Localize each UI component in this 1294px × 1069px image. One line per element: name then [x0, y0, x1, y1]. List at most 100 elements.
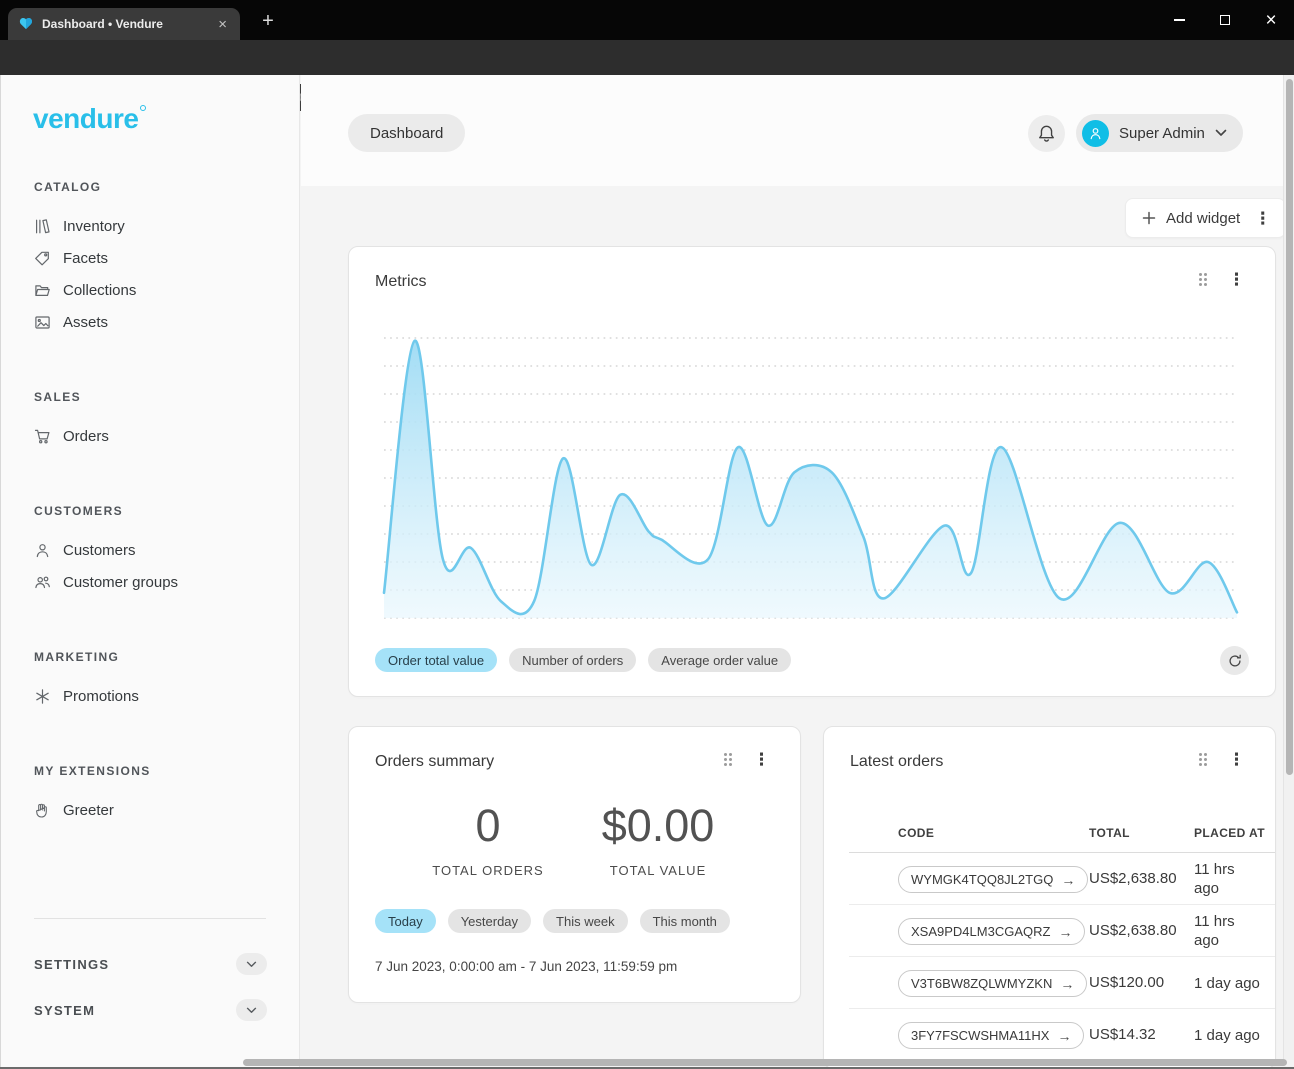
new-tab-button[interactable]: + [257, 10, 279, 32]
drag-handle-icon[interactable] [1199, 753, 1207, 767]
sidebar-footer: SETTINGS SYSTEM [1, 905, 299, 1033]
sidebar-nav: CATALOG Inventory Facets Collections Ass… [1, 180, 299, 878]
stat-label: TOTAL VALUE [573, 863, 743, 878]
sidebar-item-greeter[interactable]: Greeter [1, 794, 299, 826]
close-window-button[interactable]: × [1248, 0, 1294, 40]
sidebar-item-label: Greeter [63, 802, 114, 819]
maximize-button[interactable] [1202, 0, 1248, 40]
table-header: CODETOTALPLACED AT [849, 813, 1276, 853]
sidebar-item-label: Facets [63, 250, 108, 267]
range-tab-this-week[interactable]: This week [543, 909, 628, 933]
stat-value: 0 [403, 803, 573, 848]
widget-menu-icon[interactable]: ⋮ [749, 751, 774, 768]
summary-stat: $0.00 TOTAL VALUE [573, 803, 743, 878]
sidebar-group-settings[interactable]: SETTINGS [1, 941, 299, 987]
summary-stats: 0 TOTAL ORDERS $0.00 TOTAL VALUE [403, 803, 743, 878]
range-tab-this-month[interactable]: This month [640, 909, 730, 933]
arrow-right-icon: → [1057, 1028, 1071, 1044]
nav-section-heading: MARKETING [1, 650, 299, 668]
metric-tab-average-order-value[interactable]: Average order value [648, 648, 791, 672]
drag-handle-icon[interactable] [1199, 273, 1207, 287]
sidebar-item-label: Assets [63, 314, 108, 331]
nav-section-sales: SALES Orders [1, 390, 299, 452]
metrics-chart [384, 333, 1237, 619]
close-icon: × [1265, 11, 1276, 30]
sidebar-item-label: Collections [63, 282, 136, 299]
sidebar-item-promotions[interactable]: Promotions [1, 680, 299, 712]
tag-icon [34, 250, 51, 267]
browser-toolbar: ! localhost:3000/admin/ [0, 40, 1294, 75]
sidebar-item-assets[interactable]: Assets [1, 306, 299, 338]
add-widget-menu-icon[interactable]: ⋮ [1250, 210, 1275, 227]
horizontal-scrollbar-thumb[interactable] [243, 1059, 1287, 1066]
user-icon [34, 542, 51, 559]
order-total: US$120.00 [1089, 957, 1164, 1009]
range-tab-yesterday[interactable]: Yesterday [448, 909, 531, 933]
metric-tab-order-total-value[interactable]: Order total value [375, 648, 497, 672]
minimize-button[interactable] [1156, 0, 1202, 40]
user-menu-button[interactable]: Super Admin [1076, 114, 1243, 152]
orders-summary-widget: Orders summary ⋮ 0 TOTAL ORDERS $0.00 TO… [348, 726, 801, 1003]
order-row: XSA9PD4LM3CGAQRZ → US$2,638.80 11 hrsago [849, 905, 1276, 957]
sidebar-item-facets[interactable]: Facets [1, 242, 299, 274]
window-controls: × [1156, 0, 1294, 40]
nav-section-marketing: MARKETING Promotions [1, 650, 299, 712]
expand-button[interactable] [236, 999, 267, 1021]
folder-icon [34, 282, 51, 299]
browser-tab[interactable]: Dashboard • Vendure × [8, 8, 240, 40]
sidebar-group-label: SYSTEM [34, 1003, 95, 1018]
widget-menu-icon[interactable]: ⋮ [1224, 271, 1249, 288]
sidebar-item-customers[interactable]: Customers [1, 534, 299, 566]
stat-label: TOTAL ORDERS [403, 863, 573, 878]
latest-orders-rows: WYMGK4TQQ8JL2TGQ → US$2,638.80 11 hrsago… [849, 853, 1276, 1061]
summary-stat: 0 TOTAL ORDERS [403, 803, 573, 878]
refresh-button[interactable] [1220, 646, 1249, 675]
book-icon [34, 218, 51, 235]
notifications-button[interactable] [1028, 115, 1065, 152]
browser-titlebar: Dashboard • Vendure × + × [0, 0, 1294, 40]
order-code: V3T6BW8ZQLWMYZKN [911, 976, 1052, 991]
add-widget-label: Add widget [1166, 210, 1240, 227]
sidebar-item-label: Inventory [63, 218, 125, 235]
widget-menu-icon[interactable]: ⋮ [1224, 751, 1249, 768]
sidebar-group-label: SETTINGS [34, 957, 109, 972]
scrollbar-thumb[interactable] [1286, 79, 1293, 775]
sidebar-item-label: Customers [63, 542, 136, 559]
order-row: WYMGK4TQQ8JL2TGQ → US$2,638.80 11 hrsago [849, 853, 1276, 905]
metric-tab-number-of-orders[interactable]: Number of orders [509, 648, 636, 672]
tab-close-icon[interactable]: × [215, 16, 230, 33]
chevron-down-icon [246, 1007, 257, 1014]
expand-button[interactable] [236, 953, 267, 975]
breadcrumb[interactable]: Dashboard [348, 114, 465, 152]
plus-icon [1142, 211, 1156, 225]
order-code-link[interactable]: 3FY7FSCWSHMA11HX → [898, 1022, 1084, 1049]
column-header: CODE [898, 826, 934, 840]
range-tab-today[interactable]: Today [375, 909, 436, 933]
vendure-favicon-icon [18, 16, 34, 32]
order-code-link[interactable]: XSA9PD4LM3CGAQRZ → [898, 918, 1085, 945]
chevron-down-icon [246, 961, 257, 968]
vertical-scrollbar[interactable] [1283, 75, 1294, 1060]
vendure-logo[interactable]: vendure [33, 103, 146, 135]
hand-icon [34, 802, 51, 819]
nav-section-my-extensions: MY EXTENSIONS Greeter [1, 764, 299, 826]
sidebar-item-customer-groups[interactable]: Customer groups [1, 566, 299, 598]
order-row: 3FY7FSCWSHMA11HX → US$14.32 1 day ago [849, 1009, 1276, 1061]
latest-orders-widget: Latest orders ⋮ CODETOTALPLACED AT WYMGK… [823, 726, 1276, 1069]
tab-title: Dashboard • Vendure [42, 17, 207, 31]
drag-handle-icon[interactable] [724, 753, 732, 767]
sidebar-item-collections[interactable]: Collections [1, 274, 299, 306]
add-widget-button[interactable]: Add widget ⋮ [1125, 198, 1286, 238]
sidebar-item-inventory[interactable]: Inventory [1, 210, 299, 242]
arrow-right-icon: → [1061, 872, 1075, 888]
order-code-link[interactable]: WYMGK4TQQ8JL2TGQ → [898, 866, 1088, 893]
sidebar-group-system[interactable]: SYSTEM [1, 987, 299, 1033]
order-code-link[interactable]: V3T6BW8ZQLWMYZKN → [898, 970, 1087, 997]
chevron-down-icon [1215, 129, 1227, 137]
sidebar-item-orders[interactable]: Orders [1, 420, 299, 452]
latest-orders-table: CODETOTALPLACED AT WYMGK4TQQ8JL2TGQ → US… [849, 813, 1276, 1061]
sidebar-item-label: Orders [63, 428, 109, 445]
browser-window: Dashboard • Vendure × + × ! localhost:30… [0, 0, 1294, 1069]
order-total: US$2,638.80 [1089, 905, 1177, 957]
nav-section-heading: MY EXTENSIONS [1, 764, 299, 782]
